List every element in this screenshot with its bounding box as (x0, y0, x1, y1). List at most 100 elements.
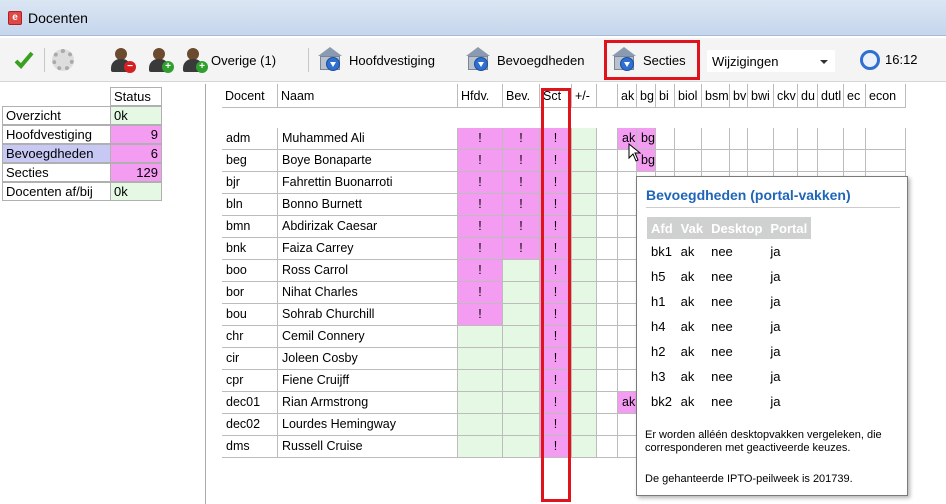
subject-cell-bsm (702, 150, 730, 172)
sct-cell: ! (540, 282, 572, 304)
plusmin-cell (572, 348, 597, 370)
teacher-code-cell: dms (222, 436, 278, 458)
sct-cell: ! (540, 370, 572, 392)
subject-cell-du (798, 128, 818, 150)
wijzigingen-dropdown[interactable]: Wijzigingen (707, 50, 835, 72)
status-row-name: Bevoegdheden (2, 144, 110, 163)
plusmin-cell (572, 150, 597, 172)
bevoegdheden-popup: Bevoegdheden (portal-vakken) Afd Vak Deskt… (636, 176, 908, 496)
popup-row: h4 ak nee ja (647, 314, 811, 339)
chevron-down-icon (820, 60, 828, 64)
subject-cell-bi (656, 128, 675, 150)
bevoegdheden-button[interactable]: Bevoegdheden (464, 46, 584, 74)
hoofdvestiging-button[interactable]: Hoofdvestiging (316, 46, 435, 74)
plusmin-cell (572, 238, 597, 260)
spacer-cell (597, 282, 618, 304)
hfdv-cell: ! (458, 172, 503, 194)
teacher-name-cell: Lourdes Hemingway (278, 414, 458, 436)
sct-cell: ! (540, 326, 572, 348)
popup-cell: nee (711, 294, 733, 309)
plusmin-cell (572, 414, 597, 436)
hfdv-cell: ! (458, 238, 503, 260)
remove-teacher-button[interactable]: − (110, 46, 136, 74)
clock-time: 16:12 (885, 52, 918, 67)
spacer-cell (597, 260, 618, 282)
building-icon (316, 47, 346, 73)
popup-row: bk2 ak nee ja (647, 389, 811, 414)
subject-cell-ak (618, 348, 637, 370)
sct-cell: ! (540, 238, 572, 260)
bev-cell: ! (503, 216, 540, 238)
bev-cell: ! (503, 150, 540, 172)
subject-cell-dutl (818, 128, 844, 150)
plusmin-cell (572, 260, 597, 282)
person-icon: + (182, 47, 208, 73)
plusmin-cell (572, 392, 597, 414)
teacher-code-cell: cpr (222, 370, 278, 392)
bev-cell (503, 282, 540, 304)
popup-cell: nee (711, 394, 733, 409)
subject-cell-ak (618, 172, 637, 194)
add-teacher-button[interactable]: + (148, 46, 174, 74)
column-header-gap (597, 84, 618, 108)
popup-cell: ak (680, 369, 695, 384)
teacher-code-cell: chr (222, 326, 278, 348)
popup-row: h1 ak nee ja (647, 289, 811, 314)
plusmin-cell (572, 370, 597, 392)
teacher-code-cell: bmn (222, 216, 278, 238)
sct-cell: ! (540, 150, 572, 172)
popup-cell: ak (680, 244, 695, 259)
spacer-cell (597, 370, 618, 392)
sct-cell: ! (540, 194, 572, 216)
confirm-button[interactable] (14, 46, 34, 74)
hfdv-cell (458, 392, 503, 414)
popup-cell: ak (680, 294, 695, 309)
status-row[interactable]: Hoofdvestiging 9 (2, 125, 162, 144)
status-row-name: Hoofdvestiging (2, 125, 110, 144)
status-row-name: Overzicht (2, 106, 110, 125)
bev-cell (503, 348, 540, 370)
teacher-name-cell: Nihat Charles (278, 282, 458, 304)
popup-cell: ja (770, 394, 781, 409)
subject-cell-ak: ak (618, 392, 637, 414)
column-header-hfdv: Hfdv. (458, 84, 503, 108)
teacher-code-cell: bou (222, 304, 278, 326)
status-row-value: 0k (110, 182, 162, 201)
subject-cell-bi (656, 150, 675, 172)
bev-cell (503, 326, 540, 348)
plusmin-cell (572, 172, 597, 194)
sct-cell: ! (540, 260, 572, 282)
column-header-code: Docent (222, 84, 278, 108)
subject-cell-ec (844, 128, 866, 150)
column-header-econ: econ (866, 84, 906, 108)
hfdv-cell: ! (458, 216, 503, 238)
hfdv-cell: ! (458, 194, 503, 216)
bev-cell: ! (503, 238, 540, 260)
status-row[interactable]: Docenten af/bij 0k (2, 182, 162, 201)
status-row[interactable]: Overzicht 0k (2, 106, 162, 125)
popup-cell: ak (680, 319, 695, 334)
subject-cell-ak (618, 436, 637, 458)
teacher-code-cell: dec01 (222, 392, 278, 414)
plusmin-cell (572, 326, 597, 348)
popup-note-2: De gehanteerde IPTO-peilweek is 201739. (645, 473, 853, 485)
teacher-name-cell: Faiza Carrey (278, 238, 458, 260)
wijzigingen-value: Wijzigingen (712, 54, 779, 69)
popup-cell: ak (680, 269, 695, 284)
status-row[interactable]: Secties 129 (2, 163, 162, 182)
settings-button[interactable] (52, 46, 74, 74)
subject-cell-ak (618, 282, 637, 304)
secties-highlight (604, 40, 700, 80)
sync-icon[interactable] (860, 50, 880, 70)
teacher-code-cell: boo (222, 260, 278, 282)
title-bar: e Docenten (0, 0, 946, 36)
popup-cell: ja (770, 344, 781, 359)
teacher-name-cell: Cemil Connery (278, 326, 458, 348)
subject-cell-ak (618, 194, 637, 216)
plusmin-cell (572, 216, 597, 238)
status-row[interactable]: Bevoegdheden 6 (2, 144, 162, 163)
subject-cell-biol (675, 150, 702, 172)
bev-cell: ! (503, 194, 540, 216)
subject-cell-bwi (748, 128, 774, 150)
overige-button[interactable]: + Overige (1) (182, 46, 276, 74)
